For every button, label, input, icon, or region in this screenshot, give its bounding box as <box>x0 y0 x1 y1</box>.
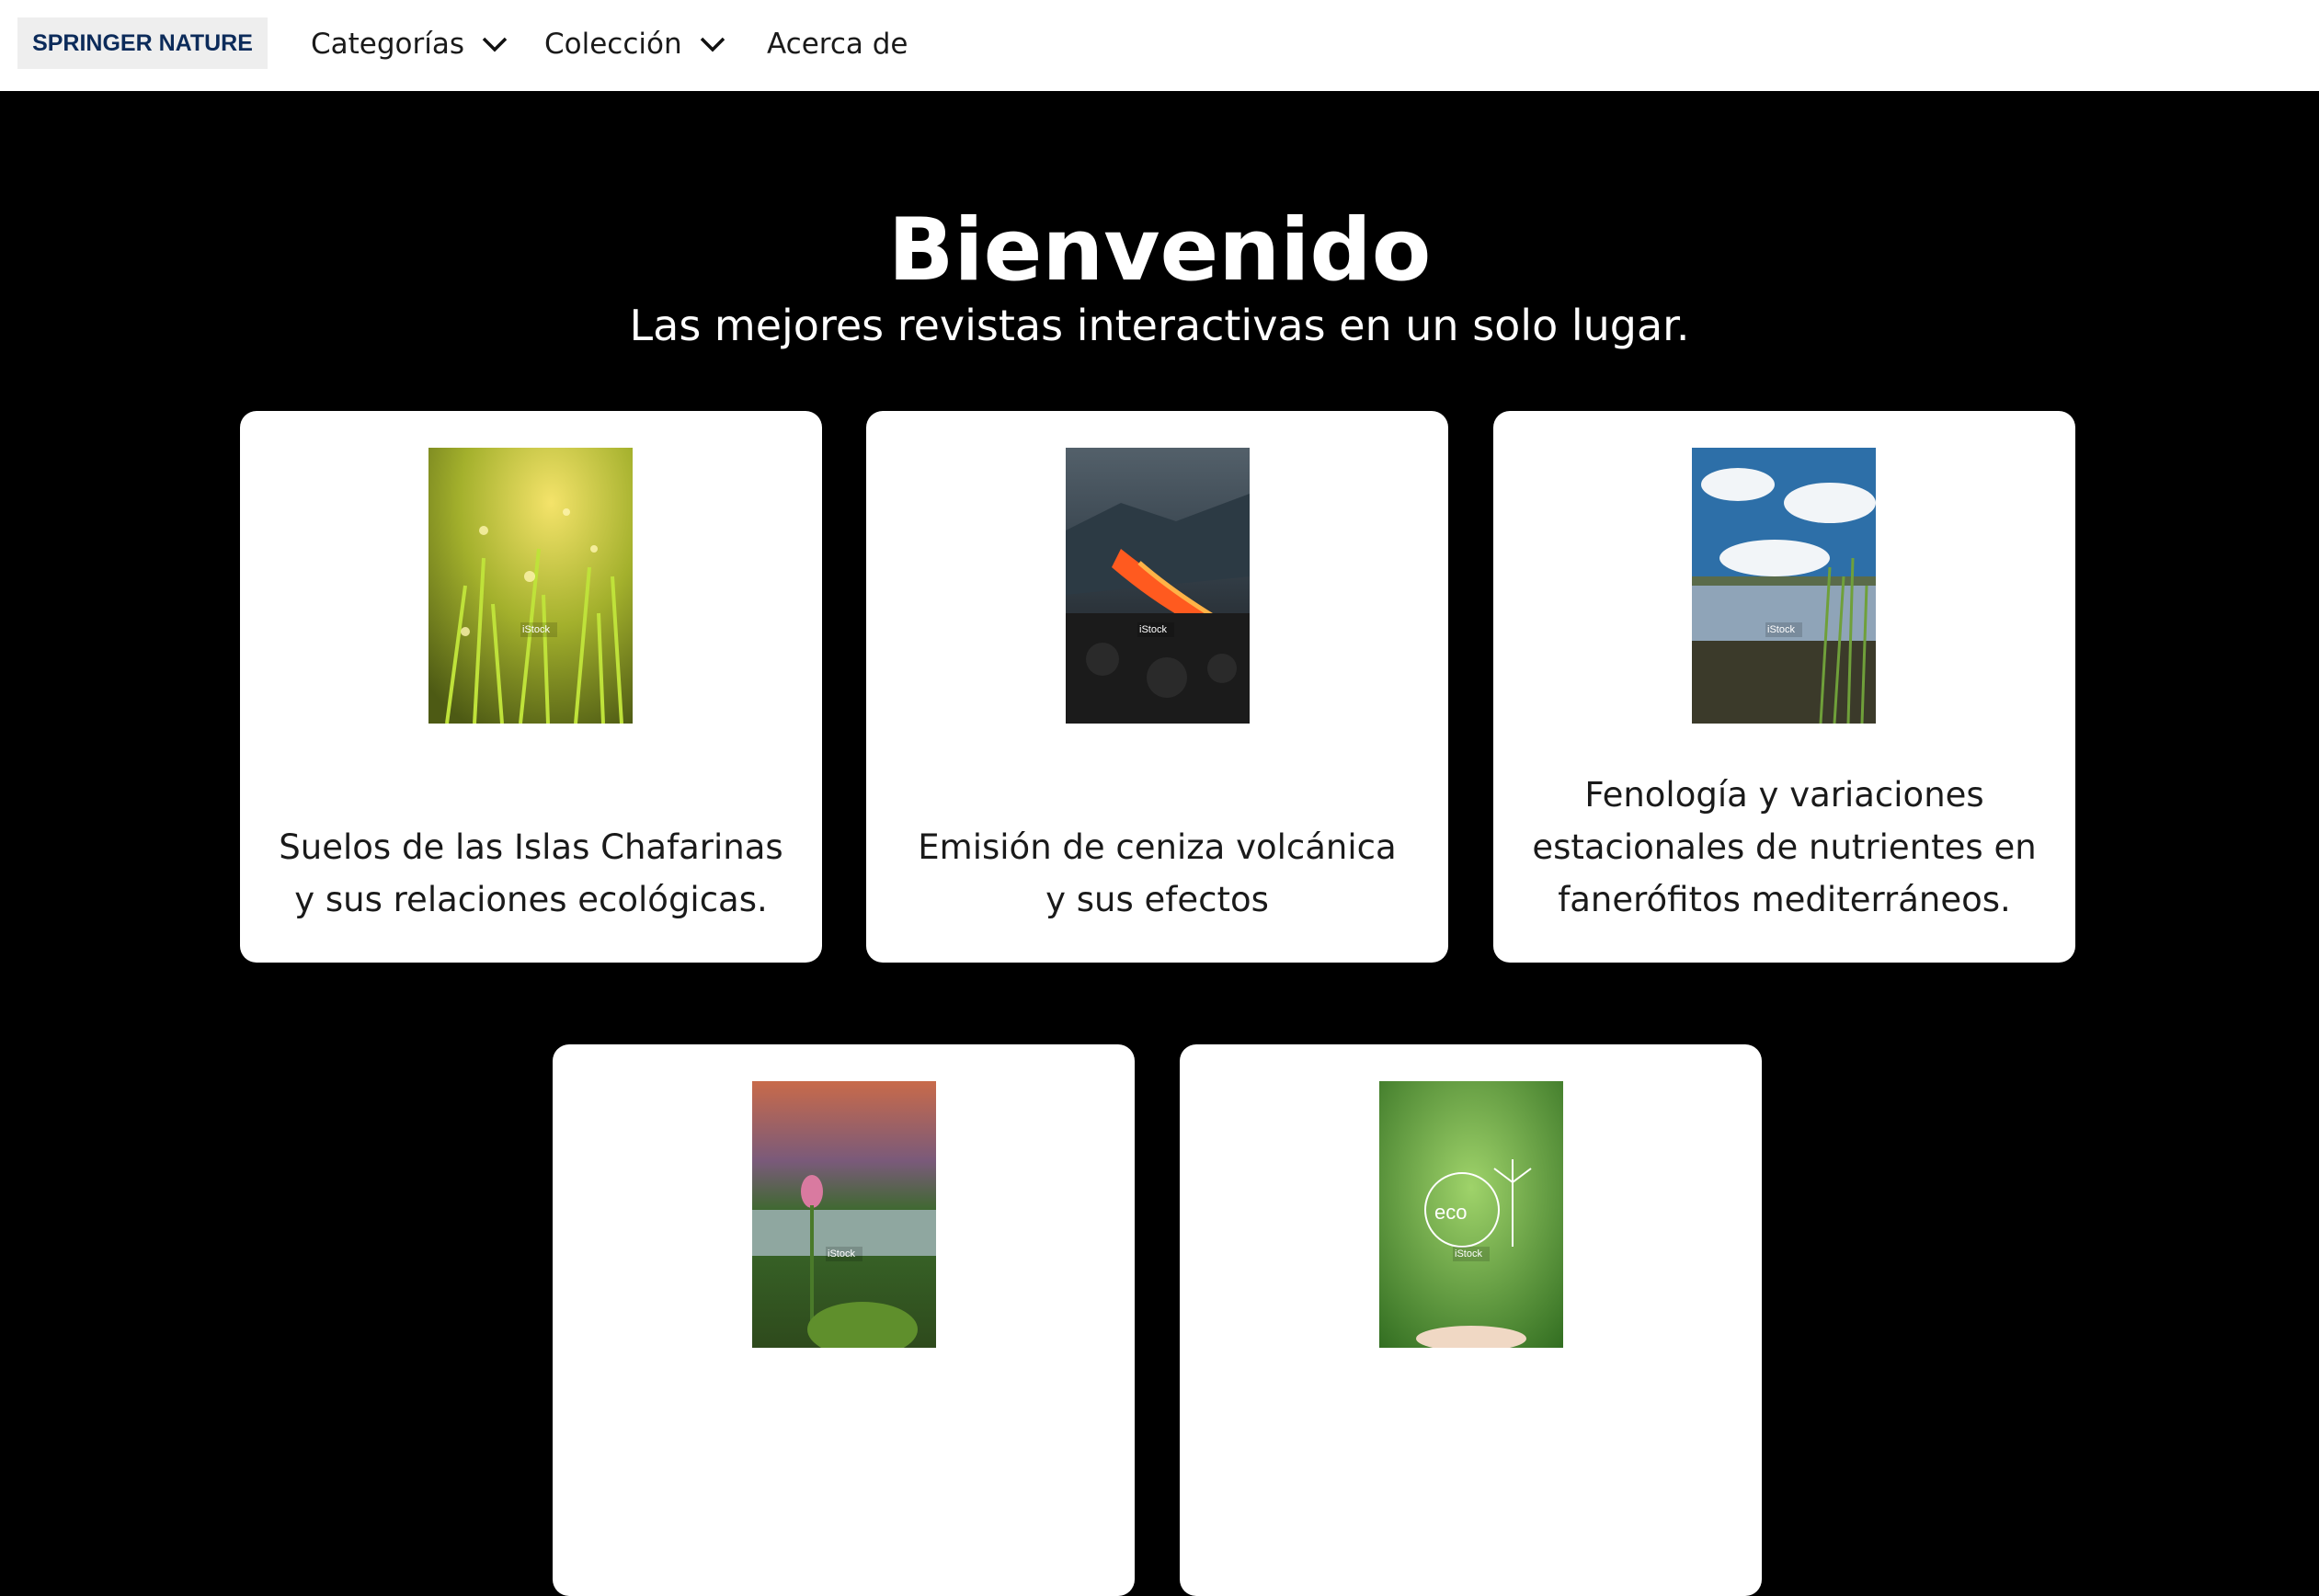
magazine-card[interactable]: iStock <box>553 1044 1135 1596</box>
nav-acerca-de[interactable]: Acerca de <box>767 20 908 68</box>
magazine-card[interactable]: eco iStock <box>1180 1044 1762 1596</box>
magazine-card[interactable]: iStock Emisión de ceniza volcánica y sus… <box>866 411 1448 963</box>
chevron-down-icon <box>699 35 726 53</box>
nav-categorias[interactable]: Categorías <box>311 20 508 68</box>
orchid-forest-cover-image: iStock <box>752 1081 936 1348</box>
istock-watermark: iStock <box>1137 622 1174 637</box>
svg-text:eco: eco <box>1434 1201 1467 1224</box>
springer-nature-logo[interactable]: SPRINGER NATURE <box>17 17 268 69</box>
grass-dew-cover-image: iStock <box>428 448 633 724</box>
card-title: Fenología y variaciones estacionales de … <box>1532 775 2037 919</box>
volcano-lava-cover-image: iStock <box>1066 448 1250 724</box>
istock-watermark: iStock <box>1765 622 1802 637</box>
page-subtitle: Las mejores revistas interactivas en un … <box>629 301 1690 350</box>
card-title: Emisión de ceniza volcánica y sus efecto… <box>918 827 1397 919</box>
nav-categorias-label: Categorías <box>311 28 465 61</box>
nav-acerca-de-label: Acerca de <box>767 28 908 61</box>
card-title: Suelos de las Islas Chafarinas y sus rel… <box>279 827 783 919</box>
istock-watermark: iStock <box>1453 1247 1490 1261</box>
top-navbar: SPRINGER NATURE Categorías Colección Ace… <box>0 0 2319 91</box>
magazine-card[interactable]: iStock Fenología y variaciones estaciona… <box>1493 411 2075 963</box>
wetland-sky-cover-image: iStock <box>1692 448 1876 724</box>
istock-watermark: iStock <box>520 622 557 637</box>
magazine-card[interactable]: iStock Suelos de las Islas Chafarinas y … <box>240 411 822 963</box>
istock-watermark: iStock <box>826 1247 862 1261</box>
chevron-down-icon <box>481 35 508 53</box>
eco-energy-cover-image: eco iStock <box>1379 1081 1563 1348</box>
page-title: Bienvenido <box>887 200 1432 301</box>
nav-coleccion[interactable]: Colección <box>544 20 726 68</box>
nav-coleccion-label: Colección <box>544 28 682 61</box>
